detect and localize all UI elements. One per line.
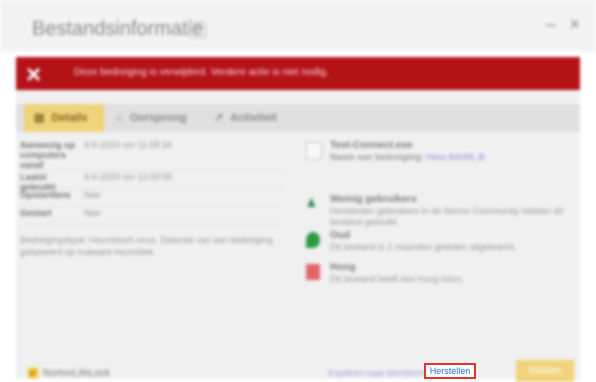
insight-text: Dit bestand is 2 maanden geleden uitgebr… [330,242,517,252]
threat-name-line: Naam van bedreiging: Heur.AdvML.B [330,152,576,163]
leaf-icon [306,232,320,248]
tab-activity[interactable]: ↗ Activiteit [206,104,296,132]
file-name: Test-Connect.exe [330,140,413,151]
insight-item: ♟ Weinig gebruikers Honderden gebruikers… [306,194,576,227]
close-icon: × [26,59,42,89]
detail-value: Nee [84,208,101,218]
insight-text: Dit bestand heeft een hoog risico. [330,274,465,284]
dialog-content: ▤ Details ⌂ Oorsprong ↗ Activiteit Aanwe… [16,90,580,382]
dialog-title: Bestandsinformatie [32,18,204,40]
brand-logo: ✓ NortonLifeLock [28,368,110,379]
copy-to-clipboard-link[interactable]: Kopiëren naar klembord [328,368,424,378]
insight-item: Hoog Dit bestand heeft een hoog risico. [306,262,576,288]
origin-icon: ⌂ [116,112,123,124]
minimize-button[interactable]: – [545,14,555,35]
insight-title: Hoog [330,262,356,273]
tab-strip: ▤ Details ⌂ Oorsprong ↗ Activiteit [16,104,580,132]
banner-message: Deze bedreiging is verwijderd. Verdere a… [74,67,329,78]
norton-check-icon: ✓ [28,368,38,378]
threat-name-link[interactable]: Heur.AdvML.B [427,152,485,162]
threat-label: Naam van bedreiging: [330,152,425,162]
detail-key: Gestart [20,208,52,218]
users-icon: ♟ [306,196,317,210]
status-banner: × Deze bedreiging is verwijderd. Verdere… [16,57,580,90]
detail-value: 4-6-2020 om 11:58:34 [84,140,172,150]
insight-title: Weinig gebruikers [330,194,417,205]
file-info-item: Test-Connect.exe Naam van bedreiging: He… [306,140,576,166]
detail-value: 4-6-2020 om 12:00:55 [84,172,173,182]
detail-key: Aanwezig op computers vanaf [20,140,76,170]
activity-icon: ↗ [214,112,224,124]
detail-row: Laatst gebruikt 4-6-2020 om 12:00:55 [20,172,284,192]
tab-origin[interactable]: ⌂ Oorsprong [108,104,202,132]
detail-key: Laatst gebruikt [20,172,56,192]
risk-icon [306,264,320,280]
tab-details-label: Details [51,112,88,124]
insight-item: Oud Dit bestand is 2 maanden geleden uit… [306,230,576,256]
close-window-button[interactable]: × [569,14,580,35]
detail-row: Opstartitem Nee [20,190,284,207]
window-controls: – × [545,14,580,35]
restore-button[interactable]: Herstellen [424,363,476,379]
detail-key: Opstartitem [20,190,71,200]
insight-text: Honderden gebruikers in de Norton Commun… [330,206,564,227]
threat-description: Bedreigingstype: Heuristisch virus. Dete… [20,235,273,257]
insight-title: Oud [330,230,350,241]
detail-row: Aanwezig op computers vanaf 4-6-2020 om … [20,140,284,171]
stage: Bestandsinformatie ? – × × Deze bedreigi… [0,0,596,382]
brand-name: NortonLifeLock [42,368,111,379]
details-icon: ▤ [34,112,45,124]
file-icon [306,142,322,160]
tab-details[interactable]: ▤ Details [24,104,104,132]
detail-value: Nee [84,190,101,200]
tab-activity-label: Activiteit [230,112,277,124]
detail-row: Gestart Nee [20,208,284,225]
help-icon[interactable]: ? [190,22,206,38]
tab-origin-label: Oorsprong [129,112,187,124]
file-info-dialog: Bestandsinformatie ? – × × Deze bedreigi… [0,0,596,382]
title-bar: Bestandsinformatie ? – × [0,0,596,52]
